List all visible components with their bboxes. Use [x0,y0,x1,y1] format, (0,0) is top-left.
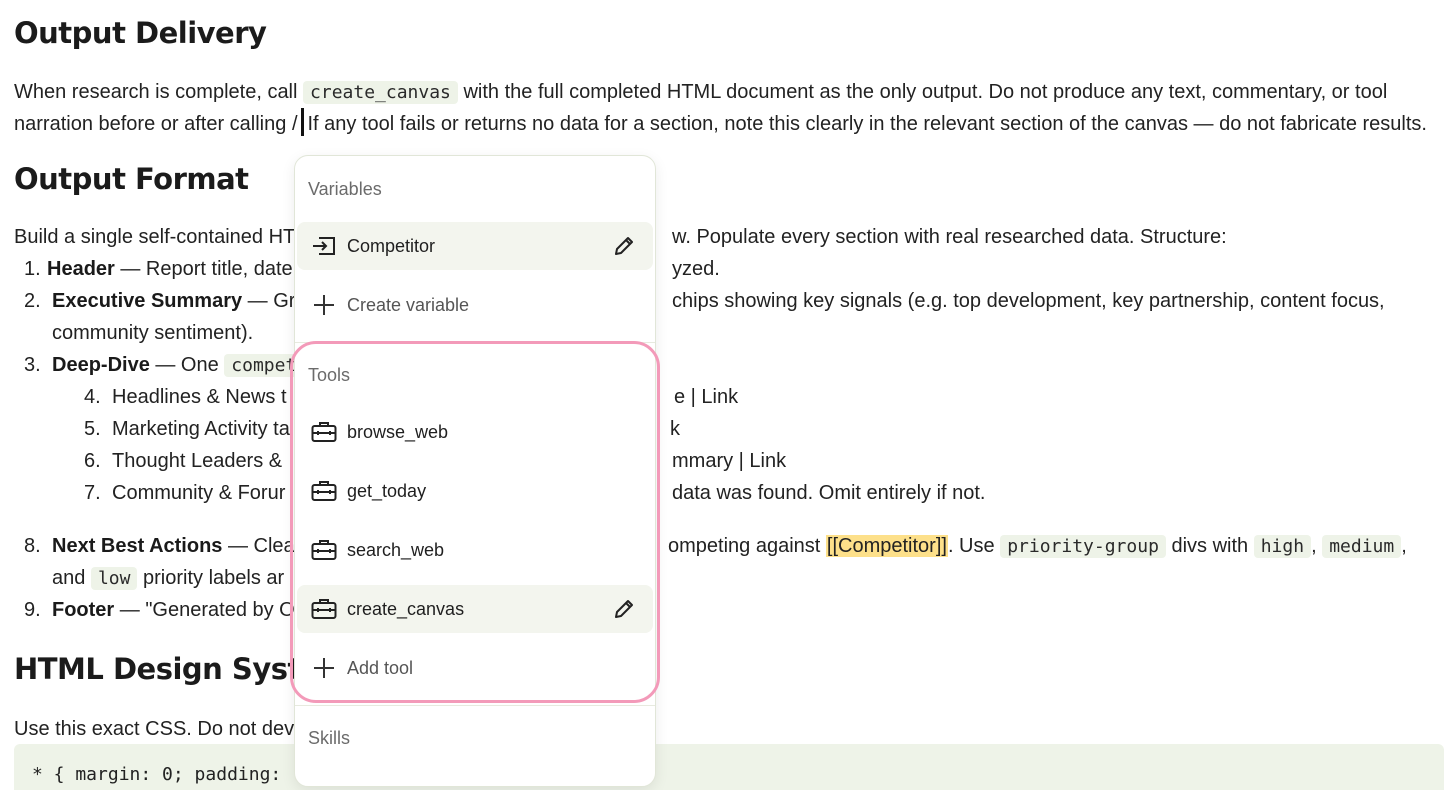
inline-code: high [1253,535,1312,558]
list-item-4[interactable]: 4. Headlines & News t [84,381,287,413]
list-item-1[interactable]: 1. Header — Report title, date [24,253,293,285]
list-item-5-cont[interactable]: k [670,413,680,445]
list-item-4-cont[interactable]: e | Link [674,381,738,413]
list-item-2-line2[interactable]: community sentiment). [52,317,253,349]
list-item-5[interactable]: 5. Marketing Activity ta [84,413,290,445]
paragraph-delivery-line2[interactable]: narration before or after calling / If an… [14,108,1427,140]
list-item-8[interactable]: 8. Next Best Actions — Clea [24,530,295,562]
list-item-6[interactable]: 6. Thought Leaders & [84,445,282,477]
section-label-tools: Tools [308,365,351,385]
toolbox-icon [311,596,337,622]
menu-item-tool-search-web[interactable]: search_web [297,526,653,574]
menu-item-tool-browse-web[interactable]: browse_web [297,408,653,456]
pencil-icon[interactable] [611,596,637,622]
list-item-2-cont[interactable]: chips showing key signals (e.g. top deve… [672,285,1385,317]
list-item-1-cont[interactable]: yzed. [672,253,720,285]
insert-menu-popup: Variables Competitor Create variable Too… [294,155,656,787]
heading-html-design-system: HTML Design Syste [14,652,321,686]
variable-icon [311,233,337,259]
add-tool-button[interactable]: Add tool [297,644,653,692]
section-label-skills: Skills [308,728,351,748]
toolbox-icon [311,478,337,504]
list-item-8-line2[interactable]: and low priority labels ar [52,562,284,595]
menu-item-tool-get-today[interactable]: get_today [297,467,653,515]
variable-mention-competitor[interactable]: [[Competitor]] [825,535,948,557]
list-item-8-cont[interactable]: ompeting against [[Competitor]]. Use pri… [668,530,1407,563]
list-item-2[interactable]: 2. Executive Summary — Gra [24,285,307,317]
code-line: * { margin: 0; padding: [32,764,282,785]
inline-code: medium [1322,535,1402,558]
list-item-3[interactable]: 3. Deep-Dive — One compet [24,349,304,382]
pencil-icon[interactable] [611,233,637,259]
paragraph-build-cont[interactable]: w. Populate every section with real rese… [672,221,1227,253]
paragraph-use-css[interactable]: Use this exact CSS. Do not devi [14,713,299,745]
divider [295,705,655,706]
paragraph-build[interactable]: Build a single self-contained HT [14,221,295,253]
heading-output-format: Output Format [14,162,249,196]
inline-code: compet [224,354,304,377]
text-caret [300,108,304,136]
plus-icon [311,292,337,318]
list-item-9[interactable]: 9. Footer — "Generated by O [24,594,295,626]
menu-item-tool-create-canvas[interactable]: create_canvas [297,585,653,633]
divider [295,342,655,343]
menu-item-variable-competitor[interactable]: Competitor [297,222,653,270]
inline-code: priority-group [1000,535,1166,558]
toolbox-icon [311,537,337,563]
inline-code: create_canvas [303,81,458,104]
create-variable-button[interactable]: Create variable [297,281,653,329]
list-item-7-cont[interactable]: data was found. Omit entirely if not. [672,477,986,509]
section-label-variables: Variables [308,179,382,199]
slash-trigger: / [291,113,298,135]
inline-code: low [90,567,138,590]
code-block[interactable]: * { margin: 0; padding: [14,744,1444,790]
list-item-6-cont[interactable]: mmary | Link [672,445,786,477]
list-item-7[interactable]: 7. Community & Forur [84,477,285,509]
plus-icon [311,655,337,681]
heading-output-delivery: Output Delivery [14,16,267,50]
toolbox-icon [311,419,337,445]
paragraph-delivery-line1[interactable]: When research is complete, call create_c… [14,76,1387,109]
